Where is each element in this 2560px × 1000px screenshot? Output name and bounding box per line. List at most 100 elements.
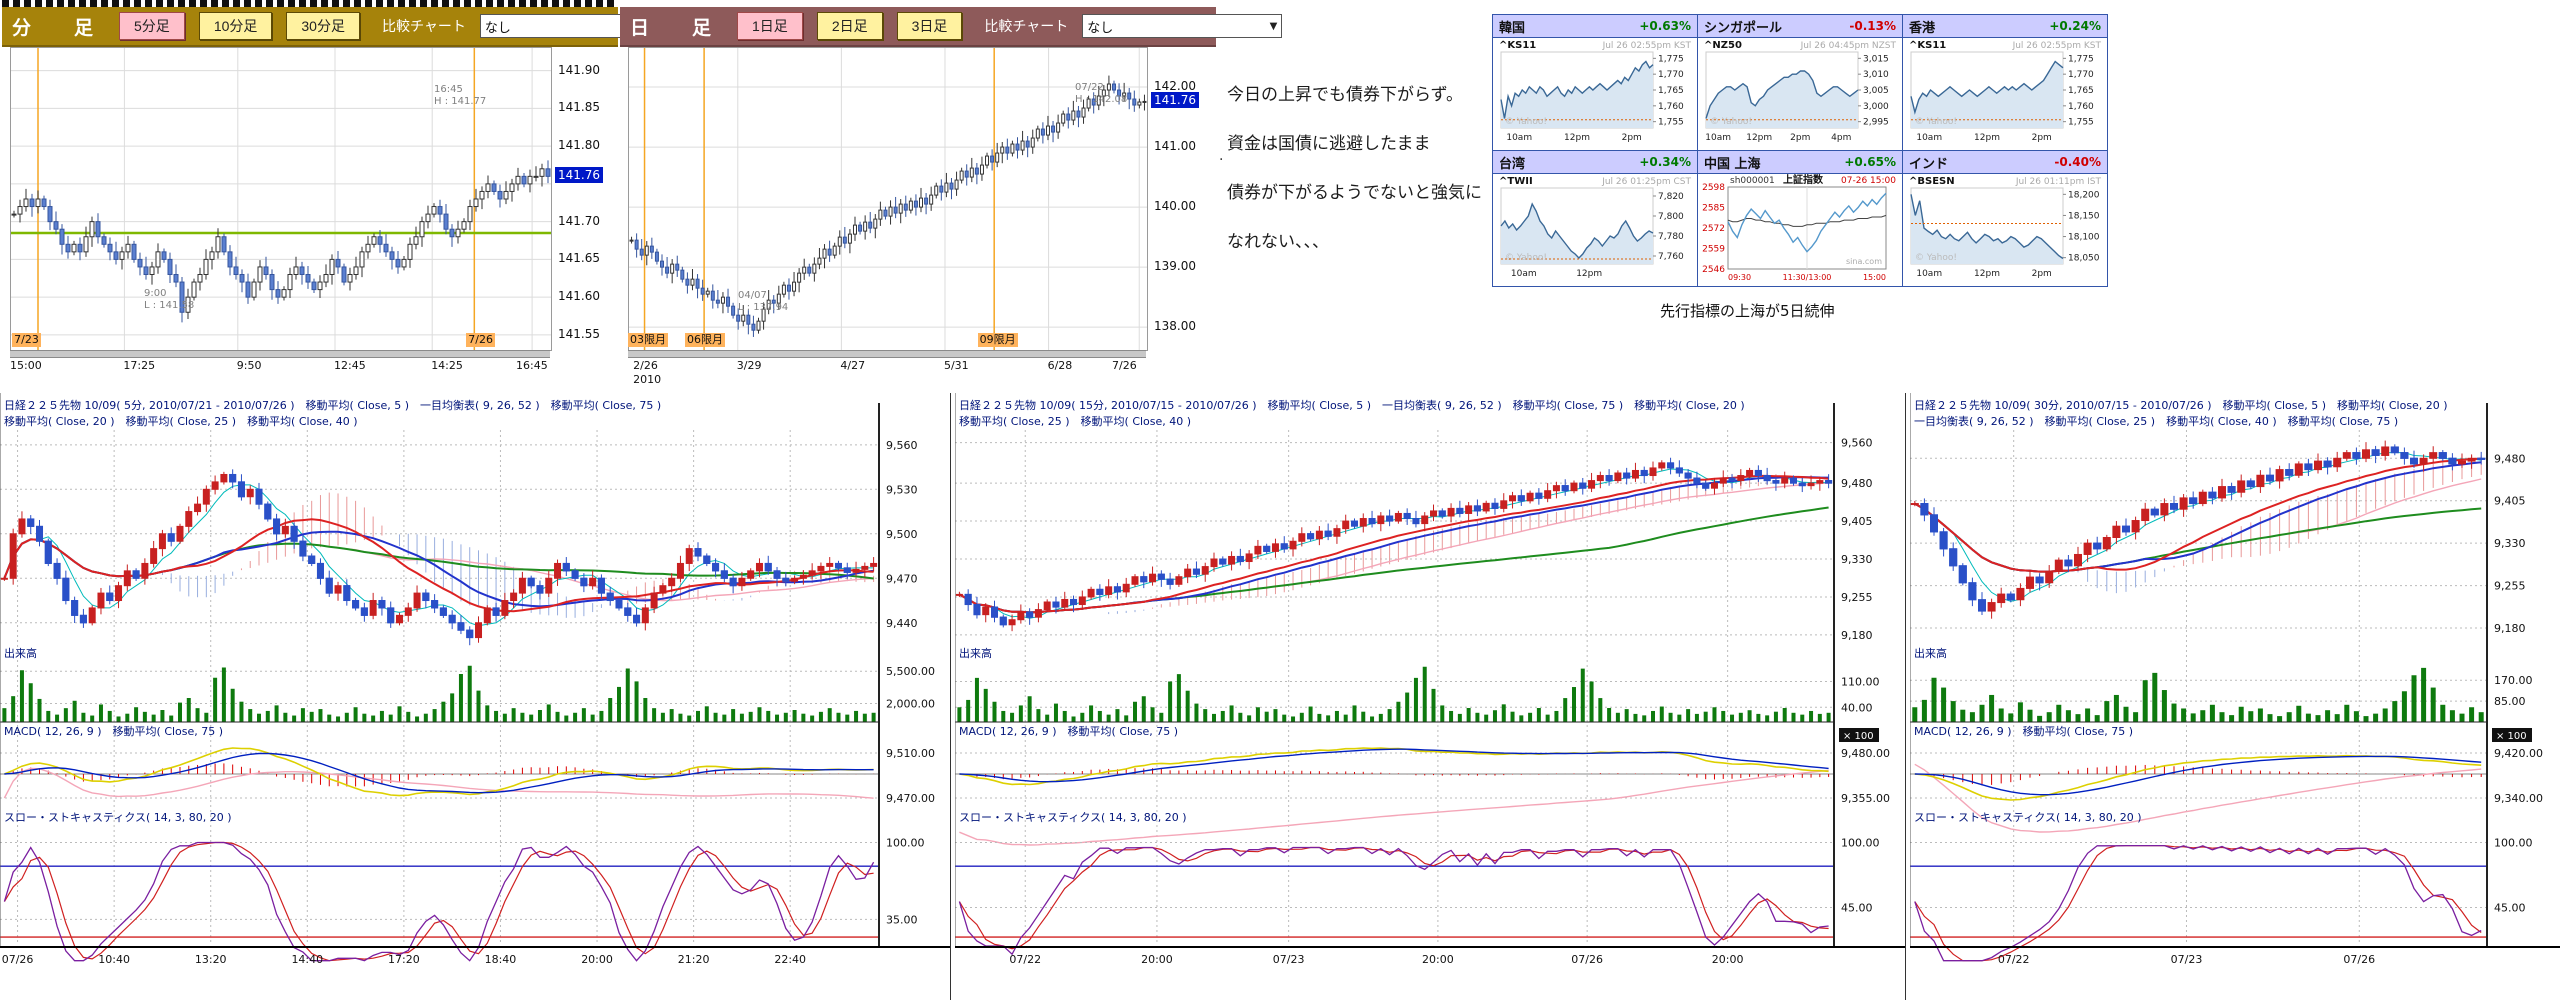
- svg-text:100.00: 100.00: [2494, 837, 2533, 850]
- tab-10min[interactable]: 10分足: [199, 12, 273, 40]
- svg-text:^KS11: ^KS11: [1909, 40, 1946, 51]
- svg-text:18,050: 18,050: [2068, 254, 2100, 264]
- macd-pane-label: MACD( 12, 26, 9 ) 移動平均( Close, 75 ): [4, 723, 223, 739]
- svg-text:1,775: 1,775: [1658, 54, 1684, 64]
- marquee-dotted-strip: [2, 0, 618, 7]
- svg-text:sh000001: sh000001: [1730, 176, 1775, 186]
- svg-text:07/23: 07/23: [1273, 953, 1305, 966]
- svg-text:Jul 26 01:11pm IST: Jul 26 01:11pm IST: [2015, 177, 2102, 187]
- svg-text:100.00: 100.00: [886, 837, 925, 850]
- time-tick: 2/26: [633, 359, 658, 372]
- svg-text:12pm: 12pm: [1576, 269, 1602, 279]
- svg-text:Jul 26 02:55pm KST: Jul 26 02:55pm KST: [1602, 41, 1692, 51]
- price-tick: 141.90: [558, 63, 600, 77]
- svg-text:7,820: 7,820: [1658, 192, 1684, 202]
- svg-text:3,000: 3,000: [1863, 102, 1889, 112]
- volume-pane-label: 出来高: [4, 645, 37, 661]
- svg-text:7,800: 7,800: [1658, 212, 1684, 222]
- time-tick: 6/28: [1048, 359, 1073, 372]
- asia-cell-header: シンガポール-0.13%: [1698, 15, 1902, 38]
- svg-text:© Yahoo!: © Yahoo!: [1505, 253, 1547, 263]
- macd-pane-label: MACD( 12, 26, 9 ) 移動平均( Close, 75 ): [959, 723, 1178, 739]
- svg-text:1,755: 1,755: [1658, 118, 1684, 128]
- price-tick: 141.60: [558, 289, 600, 303]
- high-note: 16:45H : 141.77: [434, 84, 486, 108]
- commentary-line: 債券が下がるようでないと強気に: [1227, 178, 1527, 203]
- svg-text:7,760: 7,760: [1658, 252, 1684, 262]
- market-name: 台湾: [1499, 153, 1525, 172]
- high-note: 07/22H : 142.08: [1075, 82, 1127, 106]
- svg-text:9,510.00: 9,510.00: [886, 747, 935, 760]
- chart-title-line1: 日経２２５先物 10/09( 5分, 2010/07/21 - 2010/07/…: [4, 397, 661, 413]
- minute-chart-toolbar: 分 足 5分足 10分足 30分足 比較チャート なし ▼: [2, 7, 618, 47]
- compare-chart-label: 比較チャート: [984, 16, 1068, 36]
- volume-pane-label: 出来高: [959, 645, 992, 661]
- svg-text:2pm: 2pm: [1622, 133, 1642, 143]
- svg-text:14:40: 14:40: [291, 953, 323, 966]
- svg-text:12pm: 12pm: [1974, 269, 2000, 279]
- technical-chart-canvas: 9,4809,4059,3309,2559,180170.0085.00× 10…: [1910, 393, 2560, 1000]
- price-tick: 141.65: [558, 251, 600, 265]
- svg-text:1,760: 1,760: [1658, 102, 1684, 112]
- market-change-percent: -0.40%: [2054, 155, 2101, 169]
- contract-month-tag: 06限月: [685, 333, 725, 347]
- svg-text:10am: 10am: [1916, 133, 1942, 143]
- svg-text:100.00: 100.00: [1841, 837, 1880, 850]
- chevron-down-icon: ▼: [1270, 21, 1278, 32]
- svg-text:09:30: 09:30: [1728, 273, 1751, 282]
- market-commentary: 今日の上昇でも債券下がらず。 資金は国債に逃避したまま 債券が下がるようでないと…: [1227, 80, 1527, 276]
- svg-text:Jul 26 04:45pm NZST: Jul 26 04:45pm NZST: [1800, 41, 1897, 51]
- svg-text:9,500: 9,500: [886, 528, 918, 541]
- date-tag: 7/23: [12, 333, 41, 347]
- price-tick: 138.00: [1154, 319, 1196, 333]
- svg-text:9,255: 9,255: [1841, 591, 1873, 604]
- svg-text:10am: 10am: [1705, 133, 1731, 143]
- asian-markets-grid: 韓国+0.63%^KS11Jul 26 02:55pm KST1,7751,77…: [1492, 14, 2108, 287]
- svg-text:sina.com: sina.com: [1846, 257, 1882, 266]
- svg-text:170.00: 170.00: [2494, 674, 2533, 687]
- note-dot: .: [1219, 148, 1223, 164]
- technical-chart-canvas: 9,5609,4809,4059,3309,2559,180110.0040.0…: [955, 393, 1905, 1000]
- tab-30min[interactable]: 30分足: [286, 12, 360, 40]
- market-change-percent: +0.63%: [1639, 19, 1691, 33]
- tab-3day[interactable]: 3日足: [897, 12, 963, 40]
- svg-text:12pm: 12pm: [1564, 133, 1590, 143]
- macd-pane-label: MACD( 12, 26, 9 ) 移動平均( Close, 75 ): [1914, 723, 2133, 739]
- market-name: 中国 上海: [1704, 153, 1761, 172]
- tab-2day[interactable]: 2日足: [817, 12, 883, 40]
- svg-text:9,480.00: 9,480.00: [1841, 747, 1890, 760]
- market-change-percent: +0.65%: [1844, 155, 1896, 169]
- bond-minute-chart-panel: 分 足 5分足 10分足 30分足 比較チャート なし ▼ 141.90 141.…: [2, 0, 618, 388]
- svg-text:1,765: 1,765: [2068, 86, 2094, 96]
- time-tick: 3/29: [737, 359, 762, 372]
- chart-title-line1: 日経２２５先物 10/09( 15分, 2010/07/15 - 2010/07…: [959, 397, 1745, 413]
- svg-text:22:40: 22:40: [774, 953, 806, 966]
- svg-text:9,180: 9,180: [1841, 629, 1873, 642]
- stoch-pane-label: スロー・ストキャスティクス( 14, 3, 80, 20 ): [4, 809, 232, 825]
- time-tick: 15:00: [10, 359, 42, 372]
- price-tick: 142.00: [1154, 79, 1196, 93]
- bond-daily-plot: [628, 47, 1148, 351]
- chart-title-line1: 日経２２５先物 10/09( 30分, 2010/07/15 - 2010/07…: [1914, 397, 2448, 413]
- contract-month-tag: 03限月: [628, 333, 668, 347]
- svg-text:40.00: 40.00: [1841, 701, 1873, 714]
- tab-1day[interactable]: 1日足: [737, 12, 803, 40]
- chart-title-line2: 移動平均( Close, 20 ) 移動平均( Close, 25 ) 移動平均…: [4, 413, 358, 429]
- svg-text:1,765: 1,765: [1658, 86, 1684, 96]
- svg-text:1,755: 1,755: [2068, 118, 2094, 128]
- stoch-pane-label: スロー・ストキャスティクス( 14, 3, 80, 20 ): [959, 809, 1187, 825]
- svg-text:© Yahoo!: © Yahoo!: [1915, 253, 1957, 263]
- svg-text:9,330: 9,330: [1841, 553, 1873, 566]
- price-tick: 141.80: [558, 138, 600, 152]
- svg-text:^BSESN: ^BSESN: [1909, 176, 1955, 187]
- year-tick: 2010: [633, 373, 661, 386]
- svg-text:18,200: 18,200: [2068, 190, 2100, 200]
- svg-text:13:20: 13:20: [195, 953, 227, 966]
- chart-title-line2: 移動平均( Close, 25 ) 移動平均( Close, 40 ): [959, 413, 1191, 429]
- stoch-pane-label: スロー・ストキャスティクス( 14, 3, 80, 20 ): [1914, 809, 2142, 825]
- tab-5min[interactable]: 5分足: [119, 12, 185, 40]
- low-note: 9:00L : 141.58: [144, 288, 194, 312]
- x-axis-bar: [628, 350, 1146, 358]
- svg-text:21:20: 21:20: [678, 953, 710, 966]
- compare-chart-select[interactable]: なし ▼: [1082, 14, 1282, 38]
